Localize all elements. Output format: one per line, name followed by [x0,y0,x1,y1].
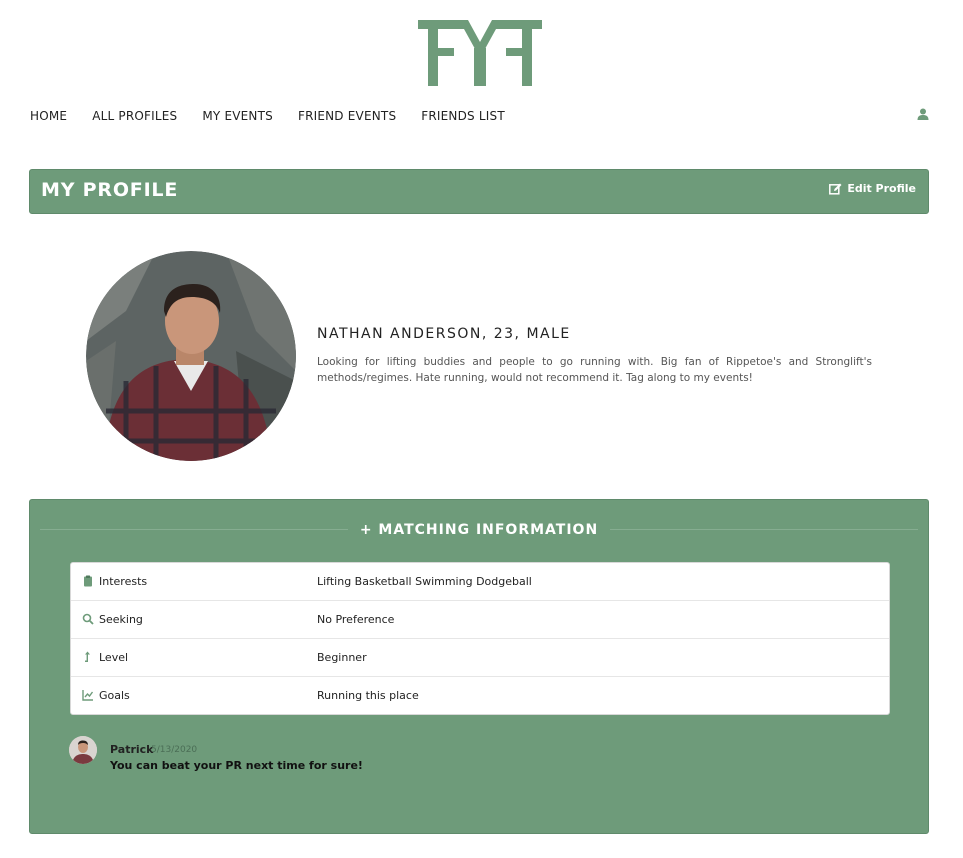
profile-name: NATHAN ANDERSON, 23, MALE [317,326,571,342]
level-label: Level [99,651,129,664]
edit-profile-label: Edit Profile [847,182,916,195]
nav-all-profiles[interactable]: ALL PROFILES [92,109,177,123]
page: HOME ALL PROFILES MY EVENTS FRIEND EVENT… [0,0,963,858]
nav-friend-events[interactable]: FRIEND EVENTS [298,109,396,123]
comment-text: You can beat your PR next time for sure! [110,759,363,772]
goals-value: Running this place [317,689,419,702]
main-nav: HOME ALL PROFILES MY EVENTS FRIEND EVENT… [30,107,933,125]
nav-friends-list[interactable]: FRIENDS LIST [421,109,505,123]
fmf-logo[interactable] [418,20,542,86]
interests-value: Lifting Basketball Swimming Dodgeball [317,575,532,588]
comment-author[interactable]: Patrick [110,743,153,756]
seeking-value: No Preference [317,613,395,626]
matching-title[interactable]: + MATCHING INFORMATION [347,522,611,538]
page-title: MY PROFILE [41,179,179,201]
interests-label: Interests [99,575,148,588]
edit-icon [829,183,842,195]
user-icon[interactable] [917,108,929,120]
matching-information-panel: + MATCHING INFORMATION Interests Lifting… [29,499,929,834]
table-row-seeking: Seeking No Preference [71,601,889,639]
level-value: Beginner [317,651,367,664]
goals-label: Goals [99,689,130,702]
nav-my-events[interactable]: MY EVENTS [202,109,273,123]
chart-icon [82,690,94,701]
profile-bio: Looking for lifting buddies and people t… [317,356,872,384]
profile-photo [86,251,296,461]
edit-profile-button[interactable]: Edit Profile [829,182,916,195]
seeking-label: Seeking [99,613,143,626]
table-row-level: Level Beginner [71,639,889,677]
comment-date: 5/13/2020 [151,745,198,755]
nav-home[interactable]: HOME [30,109,67,123]
avatar[interactable] [69,736,97,764]
table-row-interests: Interests Lifting Basketball Swimming Do… [71,563,889,601]
clipboard-icon [84,575,92,587]
matching-table: Interests Lifting Basketball Swimming Do… [70,562,890,715]
level-up-icon [85,651,90,662]
profile-header-bar: MY PROFILE Edit Profile [29,169,929,214]
table-row-goals: Goals Running this place [71,677,889,714]
search-icon [82,613,94,625]
